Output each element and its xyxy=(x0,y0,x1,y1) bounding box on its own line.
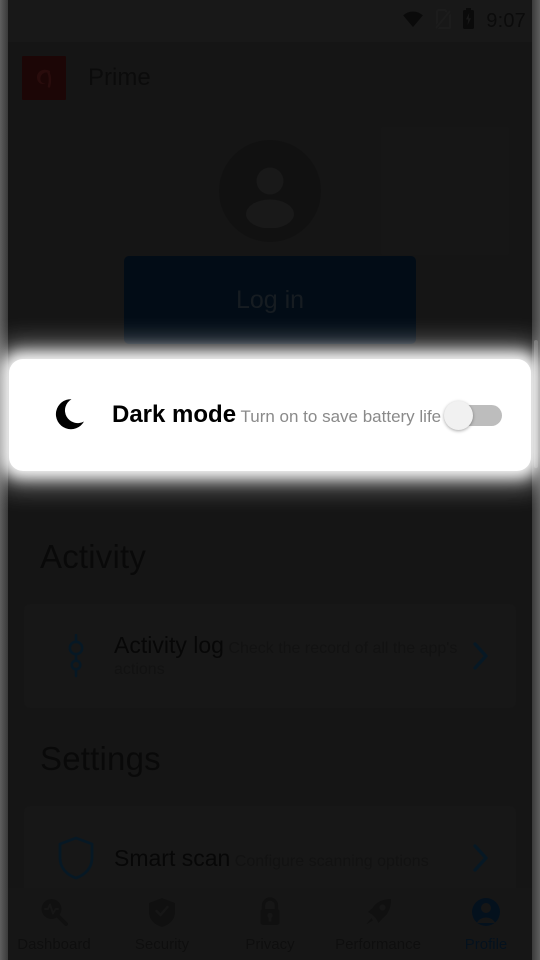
dark-mode-title: Dark mode xyxy=(112,400,237,428)
list-item-text: Activity log Check the record of all the… xyxy=(102,631,466,681)
chevron-right-icon[interactable] xyxy=(466,843,496,873)
tab-privacy[interactable]: Privacy xyxy=(216,888,324,960)
app-header: Prime xyxy=(0,42,540,114)
toggle-thumb xyxy=(444,401,473,430)
dark-mode-toggle[interactable] xyxy=(444,401,502,430)
tab-dashboard[interactable]: Dashboard xyxy=(0,888,108,960)
no-sim-icon xyxy=(434,8,452,34)
list-item-text: Smart scan Configure scanning options xyxy=(102,844,466,873)
person-avatar-icon xyxy=(246,167,294,228)
dark-mode-subtitle: Turn on to save battery life xyxy=(240,406,442,426)
avira-umbrella-logo xyxy=(22,56,66,100)
tab-label: Privacy xyxy=(245,935,295,953)
list-item-title: Smart scan xyxy=(114,844,231,871)
tab-performance[interactable]: Performance xyxy=(324,888,432,960)
tab-label: Dashboard xyxy=(17,935,91,953)
section-heading-activity: Activity xyxy=(40,538,147,575)
profile-avatar-icon xyxy=(470,896,502,933)
shield-icon xyxy=(50,836,102,880)
privacy-lock-icon xyxy=(254,896,286,933)
chevron-right-icon[interactable] xyxy=(466,641,496,671)
security-shield-check-icon xyxy=(146,896,178,933)
crescent-moon-icon xyxy=(46,396,102,434)
list-item-subtitle: Configure scanning options xyxy=(234,852,429,870)
profile-avatar-wrap xyxy=(0,140,540,242)
dark-mode-setting-card[interactable]: Dark mode Turn on to save battery life xyxy=(16,366,524,464)
list-item-activity-log[interactable]: Activity log Check the record of all the… xyxy=(24,604,516,708)
avatar[interactable] xyxy=(219,140,321,242)
dashboard-magnifier-icon xyxy=(38,896,70,933)
status-bar: 9:07 xyxy=(0,0,540,42)
tab-security[interactable]: Security xyxy=(108,888,216,960)
tab-label: Security xyxy=(134,935,190,953)
bottom-navigation: Dashboard Security Privacy Performance P… xyxy=(0,888,540,960)
wifi-icon xyxy=(402,10,424,33)
status-bar-time: 9:07 xyxy=(486,9,526,32)
list-item-title: Activity log xyxy=(114,632,224,659)
tab-label: Performance xyxy=(335,935,421,953)
app-content: 9:07 Prime Log in Activity Activity log … xyxy=(0,0,540,960)
phone-screen: 9:07 Prime Log in Activity Activity log … xyxy=(0,0,540,960)
activity-timeline-icon xyxy=(50,634,102,678)
performance-rocket-icon xyxy=(362,896,394,933)
tab-label: Profile xyxy=(464,935,508,953)
app-title: Prime xyxy=(88,64,151,91)
tab-profile[interactable]: Profile xyxy=(432,888,540,960)
section-heading-settings: Settings xyxy=(40,740,161,777)
dark-mode-text: Dark mode Turn on to save battery life xyxy=(102,401,444,430)
battery-charging-icon xyxy=(462,8,475,34)
login-button[interactable]: Log in xyxy=(124,256,416,344)
scrollbar-thumb[interactable] xyxy=(534,340,538,468)
